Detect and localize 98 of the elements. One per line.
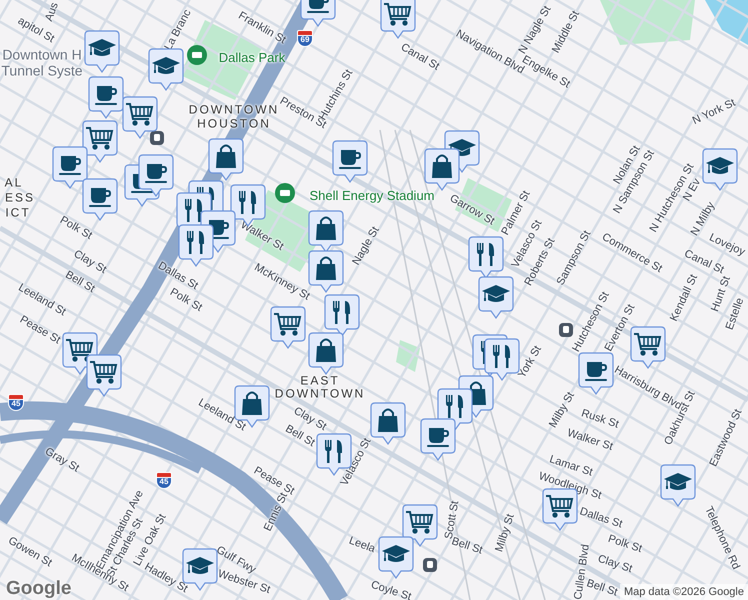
graduation-cap-icon — [382, 545, 410, 562]
restaurant-marker[interactable] — [324, 294, 360, 338]
shopping-cart-icon — [546, 495, 574, 518]
street-label: Coyle St — [369, 578, 413, 600]
grocery-marker[interactable] — [402, 504, 438, 548]
shop-marker[interactable] — [208, 138, 244, 182]
school-marker[interactable] — [378, 536, 414, 580]
transit-station-icon[interactable] — [150, 131, 164, 145]
district-label: HOUSTON — [197, 117, 271, 131]
river — [705, 0, 748, 45]
shopping-bag-icon — [316, 216, 336, 240]
shopping-cart-icon — [126, 103, 154, 126]
school-marker[interactable] — [478, 276, 514, 320]
cafe-marker[interactable] — [420, 418, 456, 462]
shop-marker[interactable] — [308, 332, 344, 376]
graduation-cap-icon — [88, 39, 116, 56]
shopping-bag-icon — [242, 392, 262, 415]
cafe-marker[interactable] — [332, 140, 368, 184]
coffee-cup-icon — [585, 362, 607, 381]
shop-marker[interactable] — [308, 250, 344, 294]
district-label: DOWNTOWN — [274, 387, 366, 401]
district-label: EAST — [300, 374, 340, 388]
shopping-bag-icon — [378, 408, 398, 432]
highway-shield: 69 — [297, 30, 313, 47]
graduation-cap-icon — [186, 557, 214, 574]
place-label: Downtown H — [2, 47, 82, 63]
coffee-cup-icon — [95, 86, 117, 105]
highway-shield: 45 — [156, 472, 172, 489]
street-label: N York St — [690, 96, 738, 128]
grocery-marker[interactable] — [380, 0, 416, 40]
street-label: Clay St — [596, 552, 634, 576]
grocery-marker[interactable] — [270, 306, 306, 350]
fork-knife-icon — [493, 345, 510, 368]
transit-station-icon[interactable] — [559, 323, 573, 337]
street-label: York St — [516, 344, 544, 380]
cafe-marker[interactable] — [578, 352, 614, 396]
street-label: Polk St — [606, 532, 644, 556]
school-marker[interactable] — [702, 148, 738, 192]
fork-knife-icon — [477, 243, 494, 266]
street-label: Leela — [347, 534, 377, 556]
shop-marker[interactable] — [234, 385, 270, 429]
street-label: Dallas St — [578, 505, 624, 531]
district-label: ICT — [5, 206, 31, 220]
coffee-cup-icon — [307, 0, 329, 13]
shop-marker[interactable] — [370, 402, 406, 446]
district-label: DOWNTOWN — [188, 103, 280, 117]
cafe-marker[interactable] — [88, 76, 124, 120]
district-label: AL — [4, 176, 24, 190]
coffee-cup-icon — [59, 156, 81, 175]
fork-knife-icon — [239, 191, 256, 214]
transit-station-icon[interactable] — [423, 558, 437, 572]
street-label: Polk St — [58, 214, 94, 242]
street-label: Gray St — [42, 445, 82, 475]
park-label: Shell Energy Stadium — [310, 188, 434, 204]
shopping-bag-icon — [432, 154, 452, 178]
graduation-cap-icon — [152, 57, 180, 74]
shopping-cart-icon — [384, 3, 412, 26]
park-area — [396, 340, 420, 372]
shop-marker[interactable] — [424, 148, 460, 192]
shopping-cart-icon — [634, 333, 662, 356]
coffee-cup-icon — [339, 150, 361, 169]
fork-knife-icon — [185, 199, 202, 222]
fork-knife-icon — [446, 395, 463, 418]
street-label: Bell St — [283, 422, 317, 450]
graduation-cap-icon — [664, 473, 692, 490]
shopping-bag-icon — [316, 338, 336, 362]
shopping-cart-icon — [86, 127, 114, 150]
street-label: Bell St — [63, 268, 97, 296]
fork-knife-icon — [333, 301, 350, 324]
shopping-cart-icon — [406, 511, 434, 534]
map-logo[interactable]: Google — [6, 579, 72, 598]
grocery-marker[interactable] — [86, 354, 122, 398]
school-marker[interactable] — [660, 464, 696, 508]
school-marker[interactable] — [84, 30, 120, 74]
grocery-marker[interactable] — [82, 120, 118, 164]
coffee-cup-icon — [89, 188, 111, 207]
street-label: Bell St — [585, 577, 619, 599]
shopping-cart-icon — [274, 313, 302, 336]
fork-knife-icon — [187, 231, 204, 254]
street-label: Milby St — [493, 512, 517, 554]
place-label: Tunnel Syste — [1, 63, 83, 79]
school-marker[interactable] — [148, 48, 184, 92]
graduation-cap-icon — [706, 157, 734, 174]
shopping-bag-icon — [316, 256, 336, 280]
shopping-bag-icon — [216, 144, 236, 168]
cafe-marker[interactable] — [138, 154, 174, 198]
shopping-cart-icon — [90, 361, 118, 384]
coffee-cup-icon — [145, 164, 167, 183]
street-label: Aus — [43, 1, 61, 23]
coffee-cup-icon — [427, 428, 449, 447]
highway-shield: 45 — [8, 394, 24, 411]
district-label: ESS — [5, 191, 35, 205]
map-attribution: Map data ©2026 Google — [620, 584, 748, 600]
shopping-cart-icon — [66, 339, 94, 362]
cafe-marker[interactable] — [82, 178, 118, 222]
grocery-marker[interactable] — [122, 96, 158, 140]
graduation-cap-icon — [482, 285, 510, 302]
cafe-marker[interactable] — [52, 146, 88, 190]
